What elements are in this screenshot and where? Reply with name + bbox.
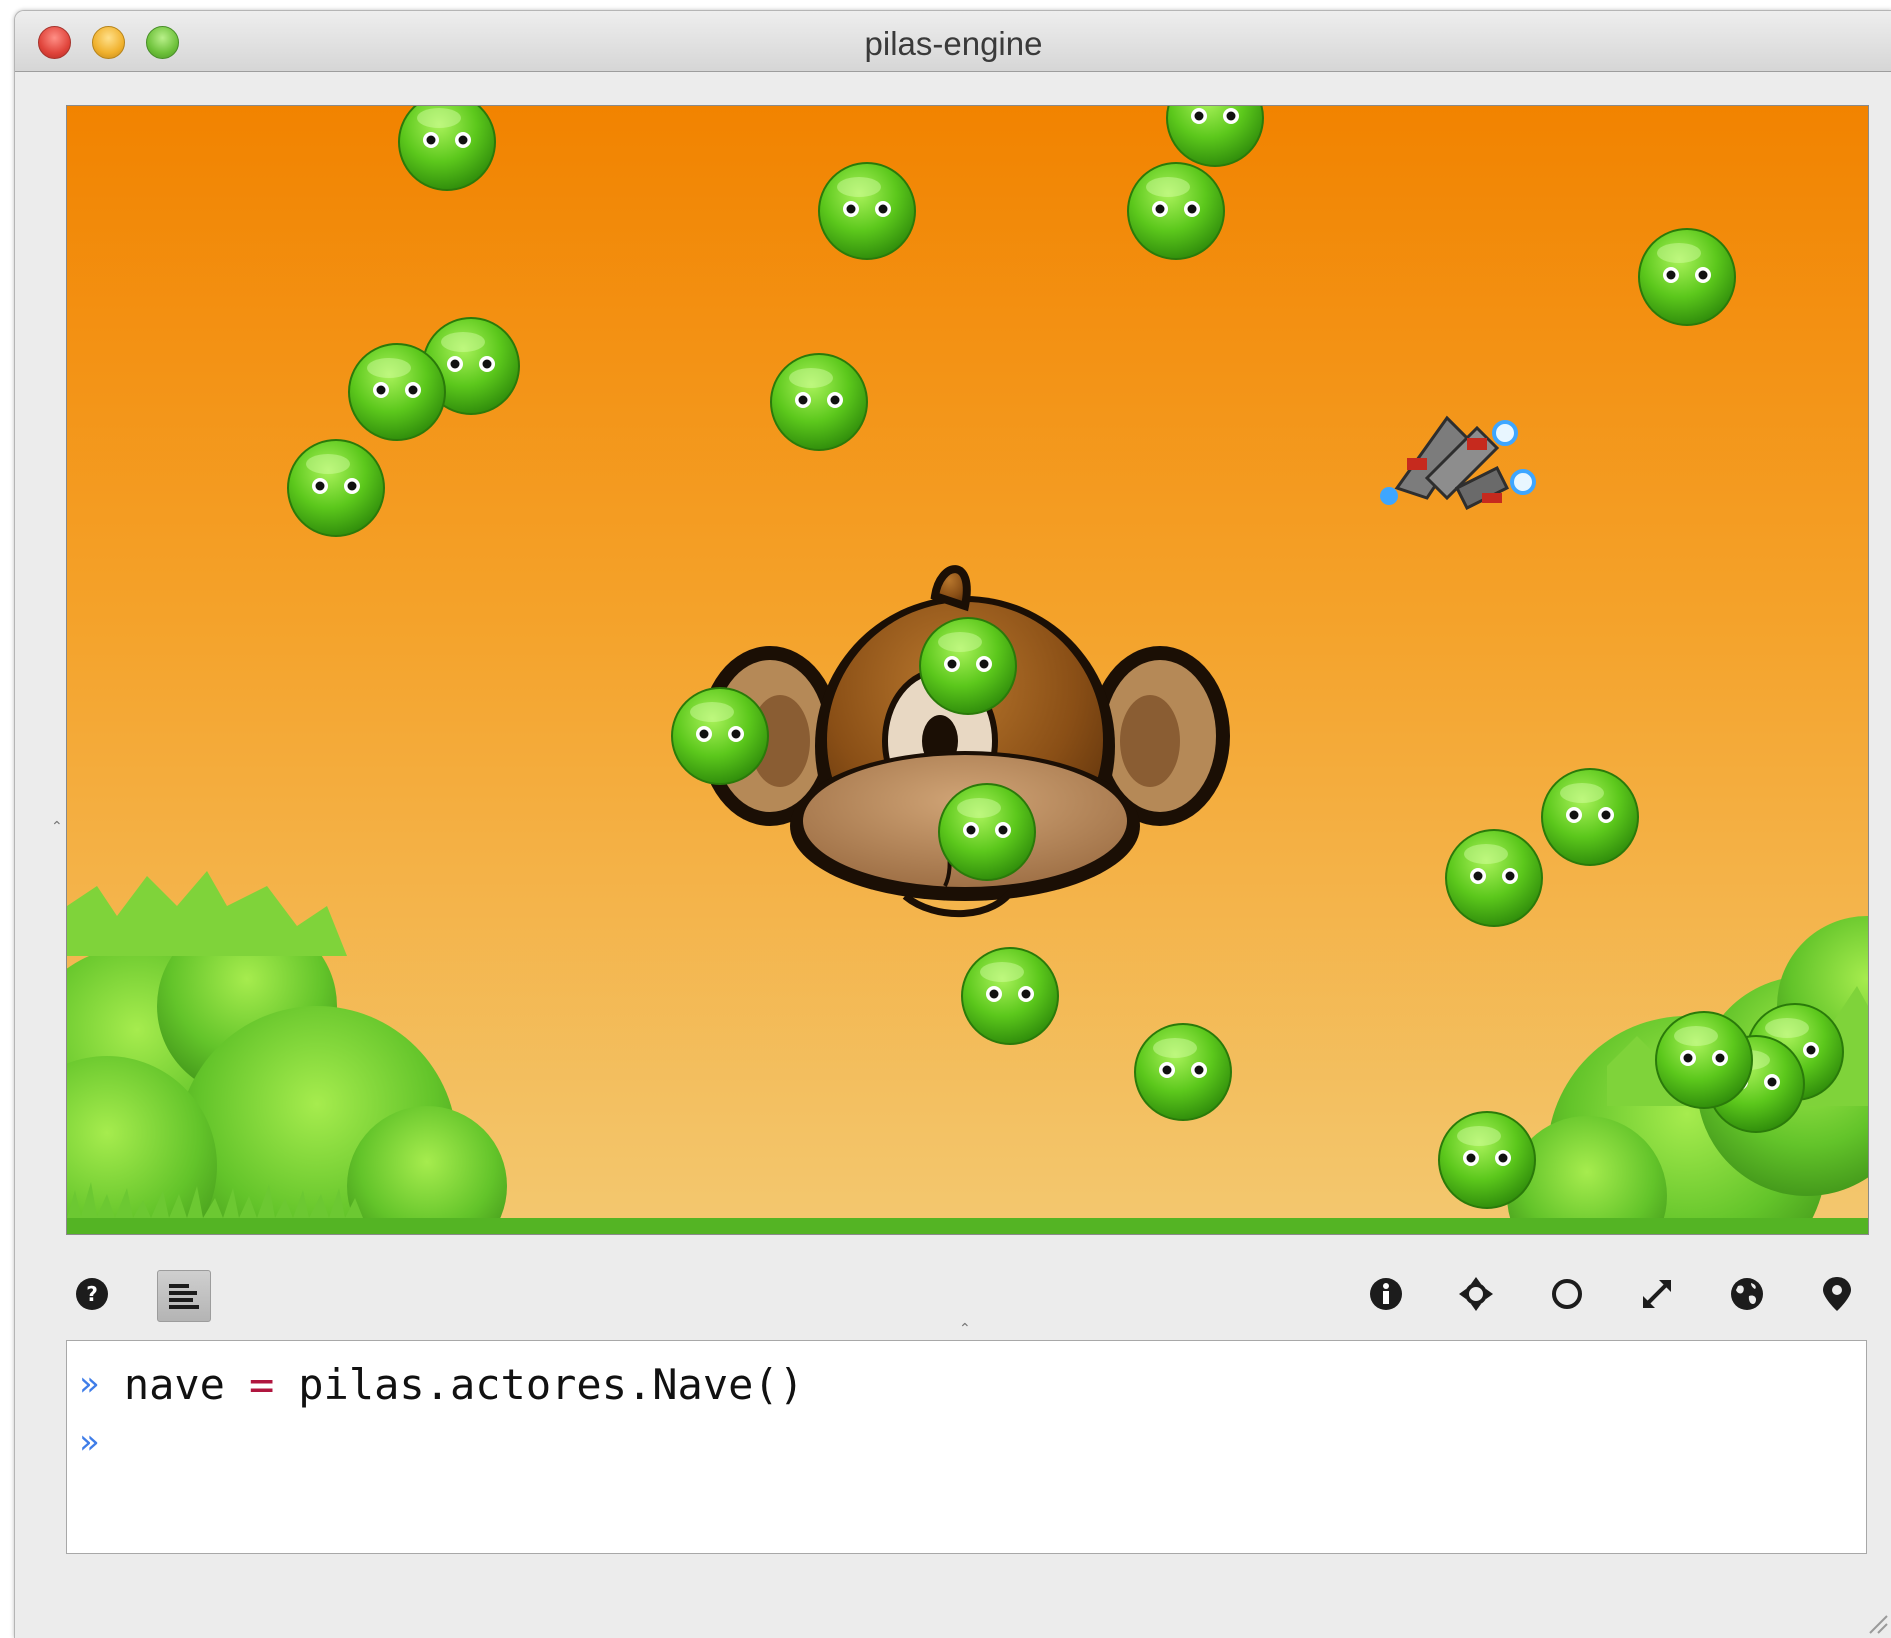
radius-button[interactable] — [1547, 1274, 1587, 1314]
green-ball[interactable] — [398, 106, 496, 191]
green-ball[interactable] — [348, 343, 446, 441]
info-icon — [1370, 1278, 1402, 1310]
splitter-handle[interactable]: ⌃ — [959, 1321, 971, 1337]
resize-icon — [1643, 1280, 1671, 1308]
console-operator: = — [248, 1359, 275, 1409]
physics-button[interactable] — [1727, 1274, 1767, 1314]
resize-button[interactable] — [1637, 1274, 1677, 1314]
title-bar[interactable]: pilas-engine — [15, 11, 1891, 72]
green-ball[interactable] — [1638, 228, 1736, 326]
green-ball[interactable] — [919, 617, 1017, 715]
green-ball[interactable] — [287, 439, 385, 537]
splitter-handle[interactable]: ⌃ — [51, 819, 63, 835]
help-icon: ? — [76, 1278, 108, 1310]
window-resize-grip[interactable] — [1864, 1610, 1888, 1634]
green-ball[interactable] — [1655, 1011, 1753, 1109]
window-title: pilas-engine — [864, 25, 1043, 62]
green-ball[interactable] — [671, 687, 769, 785]
console-expression: pilas.actores.Nave() — [298, 1359, 804, 1409]
console-line: » nave = pilas.actores.Nave() — [79, 1359, 804, 1409]
green-ball[interactable] — [1438, 1111, 1536, 1209]
svg-text:?: ? — [86, 1282, 98, 1306]
green-ball[interactable] — [1127, 162, 1225, 260]
radius-icon — [1552, 1279, 1582, 1309]
game-canvas[interactable] — [66, 105, 1869, 1235]
green-ball[interactable] — [1541, 768, 1639, 866]
position-icon — [1459, 1277, 1493, 1311]
console-line[interactable]: » — [79, 1417, 124, 1467]
help-button[interactable]: ? — [72, 1274, 112, 1314]
interactive-console[interactable]: » nave = pilas.actores.Nave() » — [66, 1340, 1867, 1554]
physics-globe-icon — [1731, 1278, 1763, 1310]
position-button[interactable] — [1456, 1274, 1496, 1314]
green-ball[interactable] — [961, 947, 1059, 1045]
green-ball[interactable] — [1134, 1023, 1232, 1121]
green-ball[interactable] — [938, 783, 1036, 881]
console-prompt: » — [79, 1422, 100, 1462]
green-ball[interactable] — [818, 162, 916, 260]
editor-toggle-button[interactable] — [157, 1270, 211, 1322]
app-window: pilas-engine ? ⌃ ⌃ » nave = pilas.actore… — [14, 10, 1891, 1638]
location-button[interactable] — [1817, 1274, 1857, 1314]
location-pin-icon — [1823, 1277, 1851, 1311]
info-button[interactable] — [1366, 1274, 1406, 1314]
editor-toggle-icon — [169, 1284, 199, 1309]
console-var: nave — [123, 1359, 225, 1409]
green-ball[interactable] — [1445, 829, 1543, 927]
console-prompt: » — [79, 1364, 100, 1404]
scene-svg — [67, 106, 1868, 1234]
green-ball[interactable] — [770, 353, 868, 451]
